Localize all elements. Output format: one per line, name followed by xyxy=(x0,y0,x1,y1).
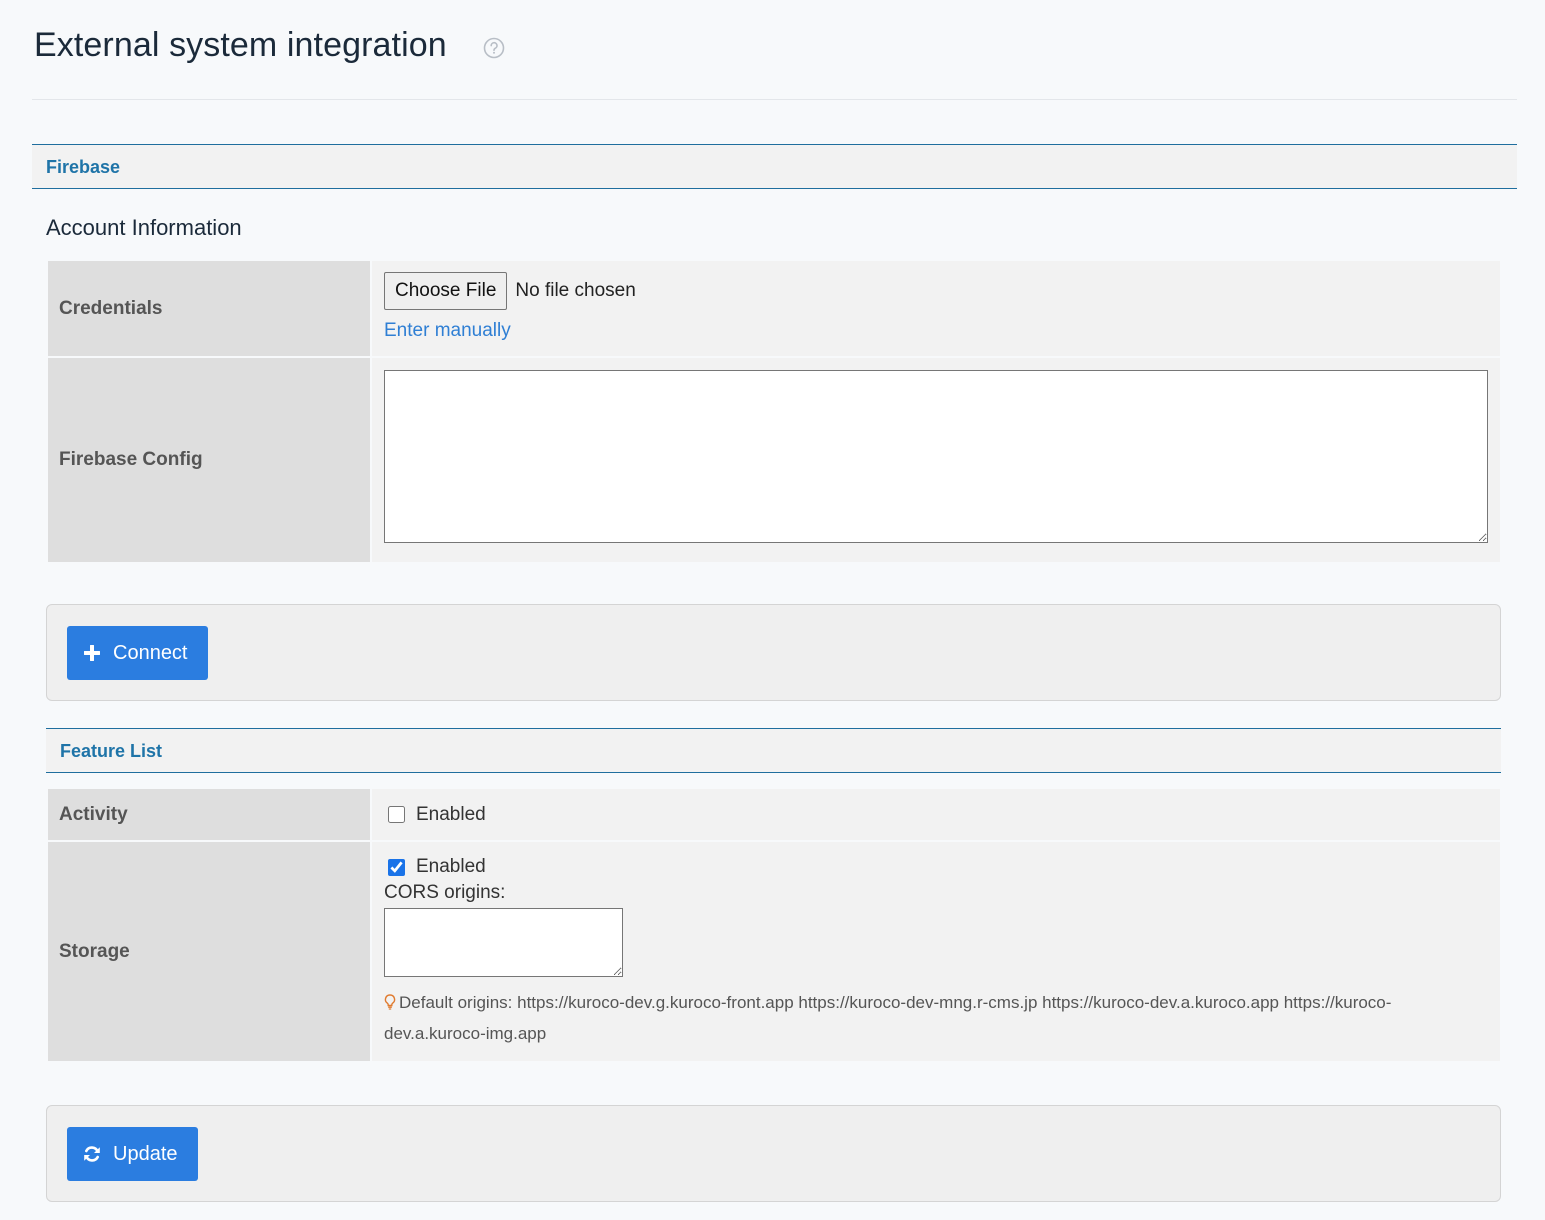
activity-enabled-label: Enabled xyxy=(416,803,486,825)
storage-row: Storage Enabled CORS origins: Default or… xyxy=(48,842,1500,1063)
firebase-config-label: Firebase Config xyxy=(48,358,372,564)
activity-label: Activity xyxy=(48,789,372,842)
credentials-row: Credentials Choose File No file chosen E… xyxy=(48,261,1500,358)
activity-cell: Enabled xyxy=(372,789,1500,842)
connect-button[interactable]: Connect xyxy=(67,626,208,680)
page-header: External system integration xyxy=(32,0,1517,100)
account-information-table: Credentials Choose File No file chosen E… xyxy=(48,261,1500,564)
refresh-icon xyxy=(84,1146,100,1162)
credentials-cell: Choose File No file chosen Enter manuall… xyxy=(372,261,1500,358)
plus-icon xyxy=(84,645,100,661)
feature-list-section-header: Feature List xyxy=(46,728,1501,773)
feature-list-title: Feature List xyxy=(60,741,163,761)
cors-origins-textarea[interactable] xyxy=(384,908,623,977)
choose-file-button[interactable]: Choose File xyxy=(384,272,508,310)
lightbulb-icon xyxy=(384,994,396,1010)
page: External system integration Firebase Acc… xyxy=(0,0,1545,1220)
firebase-section-header: Firebase xyxy=(32,144,1517,189)
firebase-section-title: Firebase xyxy=(46,157,121,177)
storage-cell: Enabled CORS origins: Default origins: h… xyxy=(372,842,1500,1063)
firebase-config-textarea[interactable] xyxy=(384,370,1488,543)
page-title: External system integration xyxy=(34,26,447,64)
cors-origins-label: CORS origins: xyxy=(384,882,506,903)
storage-enabled-option[interactable]: Enabled xyxy=(384,856,1488,878)
update-button-label: Update xyxy=(113,1142,178,1165)
credentials-label: Credentials xyxy=(48,261,372,358)
account-information-heading: Account Information xyxy=(46,215,242,240)
enter-manually-link[interactable]: Enter manually xyxy=(384,320,511,342)
activity-enabled-checkbox[interactable] xyxy=(388,806,405,823)
storage-label: Storage xyxy=(48,842,372,1063)
update-button[interactable]: Update xyxy=(67,1127,198,1181)
storage-enabled-label: Enabled xyxy=(416,856,486,877)
connect-panel: Connect xyxy=(46,604,1501,701)
file-picker: Choose File No file chosen xyxy=(384,272,1488,310)
feature-list-table: Activity Enabled Storage Enabled CORS or… xyxy=(48,789,1500,1063)
activity-row: Activity Enabled xyxy=(48,789,1500,842)
firebase-config-row: Firebase Config xyxy=(48,358,1500,564)
default-origins-text: Default origins: https://kuroco-dev.g.ku… xyxy=(384,993,1392,1043)
storage-enabled-checkbox[interactable] xyxy=(388,858,405,876)
connect-button-label: Connect xyxy=(113,641,188,664)
question-circle-icon[interactable] xyxy=(483,37,505,59)
firebase-config-cell xyxy=(372,358,1500,564)
update-panel: Update xyxy=(46,1105,1501,1202)
no-file-chosen-text: No file chosen xyxy=(515,280,636,301)
default-origins-hint: Default origins: https://kuroco-dev.g.ku… xyxy=(384,987,1444,1049)
activity-enabled-option[interactable]: Enabled xyxy=(384,804,1488,826)
